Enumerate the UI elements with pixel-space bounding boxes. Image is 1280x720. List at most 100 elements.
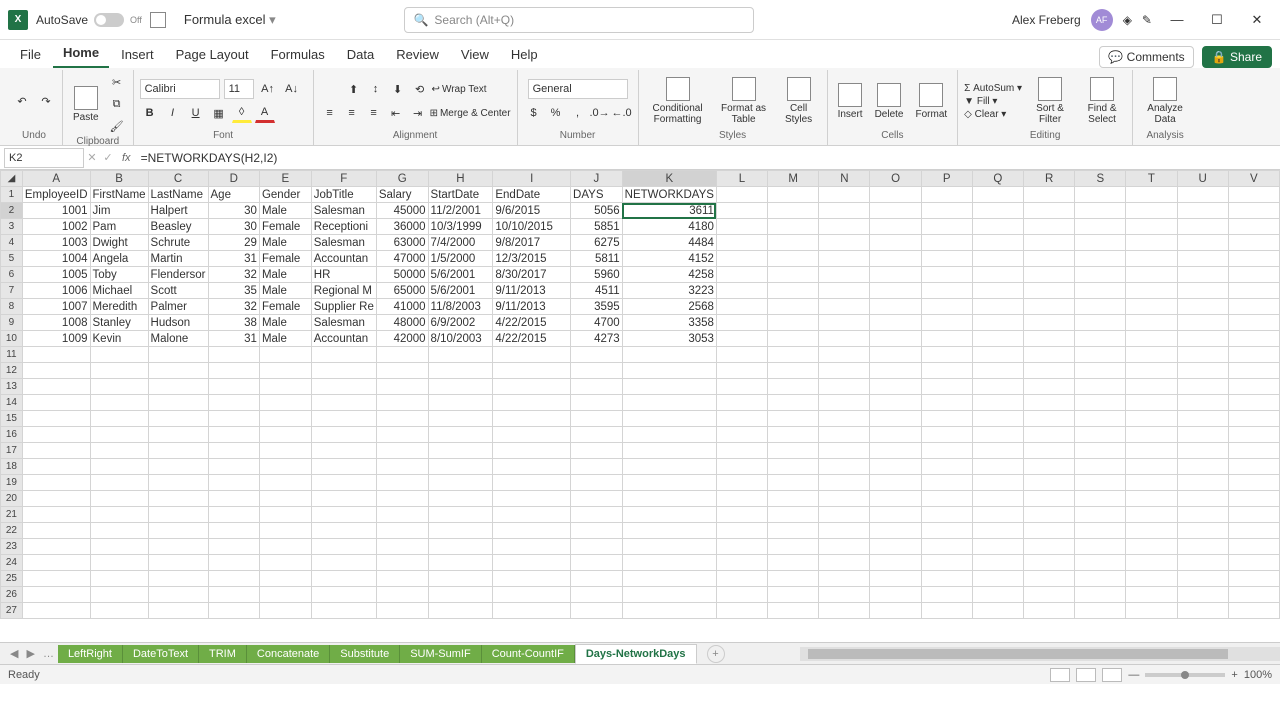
cell-S7[interactable] <box>1075 283 1126 299</box>
column-header-K[interactable]: K <box>622 171 716 187</box>
cell-R21[interactable] <box>1024 507 1075 523</box>
column-header-F[interactable]: F <box>311 171 376 187</box>
cell-T22[interactable] <box>1126 523 1177 539</box>
cell-A22[interactable] <box>22 523 90 539</box>
row-header-2[interactable]: 2 <box>1 203 23 219</box>
cell-E27[interactable] <box>259 603 311 619</box>
cell-V16[interactable] <box>1228 427 1279 443</box>
cell-M27[interactable] <box>768 603 819 619</box>
cell-D6[interactable]: 32 <box>208 267 259 283</box>
cell-Q13[interactable] <box>972 379 1023 395</box>
cell-I12[interactable] <box>493 363 571 379</box>
cell-G4[interactable]: 63000 <box>376 235 428 251</box>
cell-A8[interactable]: 1007 <box>22 299 90 315</box>
cell-R3[interactable] <box>1024 219 1075 235</box>
fill-color-button[interactable]: ◊ <box>232 103 252 123</box>
cell-P6[interactable] <box>921 267 972 283</box>
cell-O3[interactable] <box>870 219 921 235</box>
cell-V3[interactable] <box>1228 219 1279 235</box>
cell-A5[interactable]: 1004 <box>22 251 90 267</box>
currency-button[interactable]: $ <box>524 103 544 123</box>
fx-icon[interactable]: fx <box>122 152 131 164</box>
cell-S23[interactable] <box>1075 539 1126 555</box>
cell-M9[interactable] <box>768 315 819 331</box>
view-normal-button[interactable] <box>1050 668 1070 682</box>
maximize-button[interactable]: ☐ <box>1202 12 1232 28</box>
cell-C13[interactable] <box>148 379 208 395</box>
cell-R12[interactable] <box>1024 363 1075 379</box>
cell-E6[interactable]: Male <box>259 267 311 283</box>
cell-B16[interactable] <box>90 427 148 443</box>
cell-N3[interactable] <box>819 219 870 235</box>
select-all-cell[interactable]: ◢ <box>1 171 23 187</box>
cell-K15[interactable] <box>622 411 716 427</box>
cell-F3[interactable]: Receptioni <box>311 219 376 235</box>
cell-V5[interactable] <box>1228 251 1279 267</box>
cell-M23[interactable] <box>768 539 819 555</box>
cell-S15[interactable] <box>1075 411 1126 427</box>
name-box[interactable]: K2 <box>4 148 84 168</box>
cell-N4[interactable] <box>819 235 870 251</box>
cell-I20[interactable] <box>493 491 571 507</box>
cell-N1[interactable] <box>819 187 870 203</box>
cell-D7[interactable]: 35 <box>208 283 259 299</box>
cell-K8[interactable]: 2568 <box>622 299 716 315</box>
cell-E4[interactable]: Male <box>259 235 311 251</box>
cell-O2[interactable] <box>870 203 921 219</box>
cell-V26[interactable] <box>1228 587 1279 603</box>
cell-S4[interactable] <box>1075 235 1126 251</box>
cell-G8[interactable]: 41000 <box>376 299 428 315</box>
cell-H2[interactable]: 11/2/2001 <box>428 203 493 219</box>
cell-O9[interactable] <box>870 315 921 331</box>
cell-B2[interactable]: Jim <box>90 203 148 219</box>
cell-O25[interactable] <box>870 571 921 587</box>
cell-V4[interactable] <box>1228 235 1279 251</box>
cell-M7[interactable] <box>768 283 819 299</box>
cell-I18[interactable] <box>493 459 571 475</box>
cell-M3[interactable] <box>768 219 819 235</box>
cell-T14[interactable] <box>1126 395 1177 411</box>
cell-Q25[interactable] <box>972 571 1023 587</box>
cell-G21[interactable] <box>376 507 428 523</box>
column-header-C[interactable]: C <box>148 171 208 187</box>
cell-V24[interactable] <box>1228 555 1279 571</box>
cell-A6[interactable]: 1005 <box>22 267 90 283</box>
row-header-10[interactable]: 10 <box>1 331 23 347</box>
cell-O15[interactable] <box>870 411 921 427</box>
sheet-tab[interactable]: DateToText <box>123 645 199 663</box>
cell-N18[interactable] <box>819 459 870 475</box>
cell-H21[interactable] <box>428 507 493 523</box>
cell-G11[interactable] <box>376 347 428 363</box>
cell-Q3[interactable] <box>972 219 1023 235</box>
border-button[interactable]: ▦ <box>209 103 229 123</box>
cell-L7[interactable] <box>716 283 767 299</box>
cell-B27[interactable] <box>90 603 148 619</box>
cell-Q10[interactable] <box>972 331 1023 347</box>
cell-N22[interactable] <box>819 523 870 539</box>
cell-L21[interactable] <box>716 507 767 523</box>
cell-S17[interactable] <box>1075 443 1126 459</box>
cell-L23[interactable] <box>716 539 767 555</box>
cell-I2[interactable]: 9/6/2015 <box>493 203 571 219</box>
cell-Q4[interactable] <box>972 235 1023 251</box>
cell-P27[interactable] <box>921 603 972 619</box>
cell-B7[interactable]: Michael <box>90 283 148 299</box>
cell-O18[interactable] <box>870 459 921 475</box>
cell-V14[interactable] <box>1228 395 1279 411</box>
cell-I15[interactable] <box>493 411 571 427</box>
cell-K10[interactable]: 3053 <box>622 331 716 347</box>
cell-N19[interactable] <box>819 475 870 491</box>
cell-T12[interactable] <box>1126 363 1177 379</box>
cell-T10[interactable] <box>1126 331 1177 347</box>
cell-L19[interactable] <box>716 475 767 491</box>
cell-I19[interactable] <box>493 475 571 491</box>
cell-J15[interactable] <box>571 411 623 427</box>
cell-L26[interactable] <box>716 587 767 603</box>
cell-B26[interactable] <box>90 587 148 603</box>
italic-button[interactable]: I <box>163 103 183 123</box>
cell-K22[interactable] <box>622 523 716 539</box>
cell-L24[interactable] <box>716 555 767 571</box>
cell-V19[interactable] <box>1228 475 1279 491</box>
cell-O7[interactable] <box>870 283 921 299</box>
number-format-select[interactable]: General <box>528 79 628 99</box>
